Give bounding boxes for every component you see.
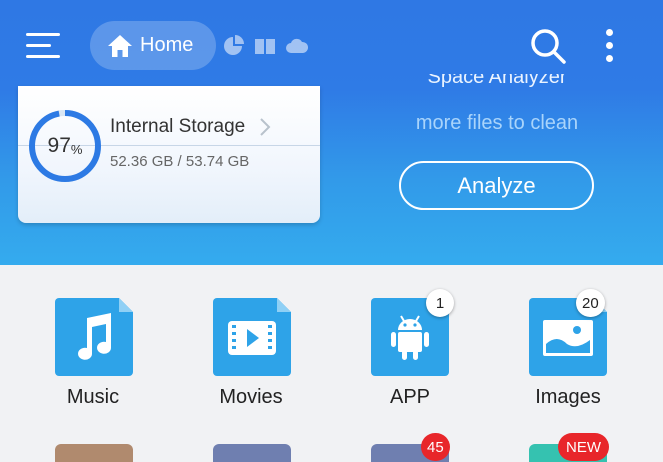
music-icon [55, 298, 133, 376]
images-count-badge: 20 [576, 289, 605, 317]
cloud-icon[interactable] [286, 35, 308, 57]
chevron-right-icon [260, 118, 271, 136]
category-label: Music [66, 386, 120, 408]
analyze-button[interactable]: Analyze [399, 161, 594, 210]
movie-icon [213, 298, 291, 376]
more-vertical-icon[interactable] [598, 27, 622, 65]
category-movies[interactable]: Movies [181, 298, 321, 418]
category-app[interactable]: 1 APP [340, 289, 480, 418]
storage-usage-text: 52.36 GB / 53.74 GB [110, 153, 250, 170]
category-tile-row2-2[interactable] [213, 444, 291, 462]
menu-icon[interactable] [26, 33, 62, 59]
pie-chart-icon[interactable] [222, 35, 244, 57]
home-tab[interactable]: Home [90, 21, 216, 70]
search-icon[interactable] [529, 27, 567, 65]
category-label: Movies [219, 386, 283, 408]
row2-count-badge: 45 [421, 433, 450, 461]
storage-title: Internal Storage [110, 116, 246, 137]
category-label: APP [389, 386, 431, 408]
analyzer-subtitle: more files to clean [415, 112, 579, 134]
header-hero: Home 97% Internal Storage 52.36 GB / 53.… [0, 0, 663, 265]
book-icon[interactable] [254, 35, 276, 57]
storage-percent: 97% [28, 109, 102, 183]
category-music[interactable]: Music [23, 298, 163, 418]
storage-percent-sign: % [70, 141, 83, 157]
home-icon [108, 34, 132, 57]
storage-percent-value: 97 [47, 134, 71, 157]
internal-storage-card[interactable]: 97% Internal Storage 52.36 GB / 53.74 GB [18, 86, 320, 223]
category-tile-row2-1[interactable] [55, 444, 133, 462]
new-badge: NEW [558, 433, 609, 461]
home-label: Home [140, 34, 194, 56]
category-images[interactable]: 20 Images [498, 289, 638, 418]
app-count-badge: 1 [426, 289, 454, 317]
category-label: Images [535, 386, 601, 408]
analyzer-title: Space Analyzer [427, 74, 567, 88]
